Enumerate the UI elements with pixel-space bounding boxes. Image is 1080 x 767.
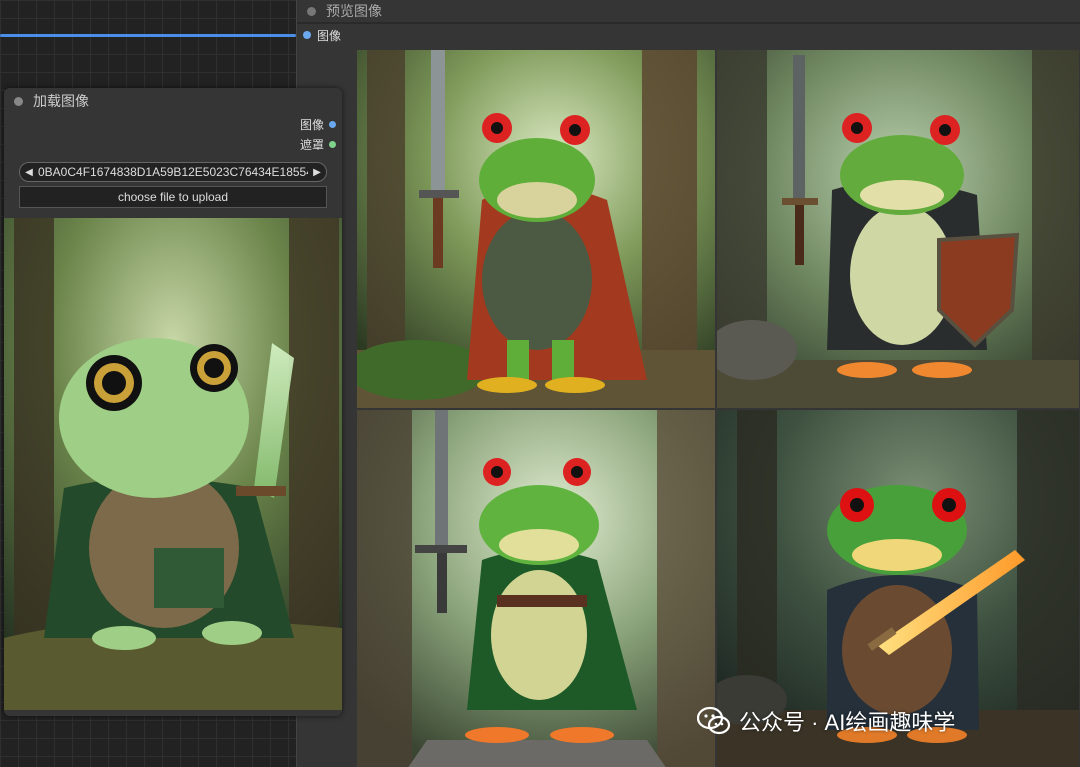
right-arrow-icon[interactable]: ▶ (308, 167, 326, 178)
output-slot-label: 图像 (299, 117, 324, 132)
input-slot-label: 图像 (317, 28, 342, 43)
output-connector-icon[interactable] (329, 120, 336, 128)
preview-image-3[interactable] (357, 410, 715, 767)
watermark: 公众号 · AI绘画趣味学 (697, 705, 955, 737)
node-canvas[interactable]: 预览图像 图像 加载图像 图像 遮罩 ◀ 0BA0C4F1674838D1A59… (0, 0, 1080, 767)
preview-image-1[interactable] (357, 50, 715, 408)
collapse-dot-icon[interactable] (307, 6, 316, 16)
image-output-slot[interactable]: 图像 (4, 114, 342, 134)
preview-image-2[interactable] (717, 50, 1079, 408)
preview-node-title: 预览图像 (326, 3, 382, 19)
loaded-image-preview (4, 218, 342, 710)
preview-node-header[interactable]: 预览图像 (297, 0, 1080, 22)
load-image-node[interactable]: 加载图像 图像 遮罩 ◀ 0BA0C4F1674838D1A59B12E5023… (4, 88, 342, 716)
wechat-icon (697, 706, 731, 735)
load-node-header[interactable]: 加载图像 (4, 88, 342, 114)
watermark-text: 公众号 · AI绘画趣味学 (739, 710, 956, 735)
input-connector-icon[interactable] (303, 31, 311, 39)
image-link-wire[interactable] (0, 34, 296, 37)
load-node-title: 加载图像 (33, 93, 89, 109)
output-slot-label: 遮罩 (299, 137, 324, 152)
preview-image-node[interactable]: 预览图像 图像 (296, 0, 1080, 767)
selected-file-name[interactable]: 0BA0C4F1674838D1A59B12E5023C76434E18554.… (38, 165, 308, 179)
left-arrow-icon[interactable]: ◀ (20, 167, 38, 178)
preview-image-grid (357, 50, 1079, 767)
collapse-dot-icon[interactable] (14, 96, 23, 106)
image-input-slot[interactable]: 图像 (297, 24, 1080, 46)
upload-button[interactable]: choose file to upload (19, 186, 327, 208)
image-file-selector[interactable]: ◀ 0BA0C4F1674838D1A59B12E5023C76434E1855… (19, 162, 327, 182)
output-connector-icon[interactable] (329, 140, 336, 148)
mask-output-slot[interactable]: 遮罩 (4, 134, 342, 154)
